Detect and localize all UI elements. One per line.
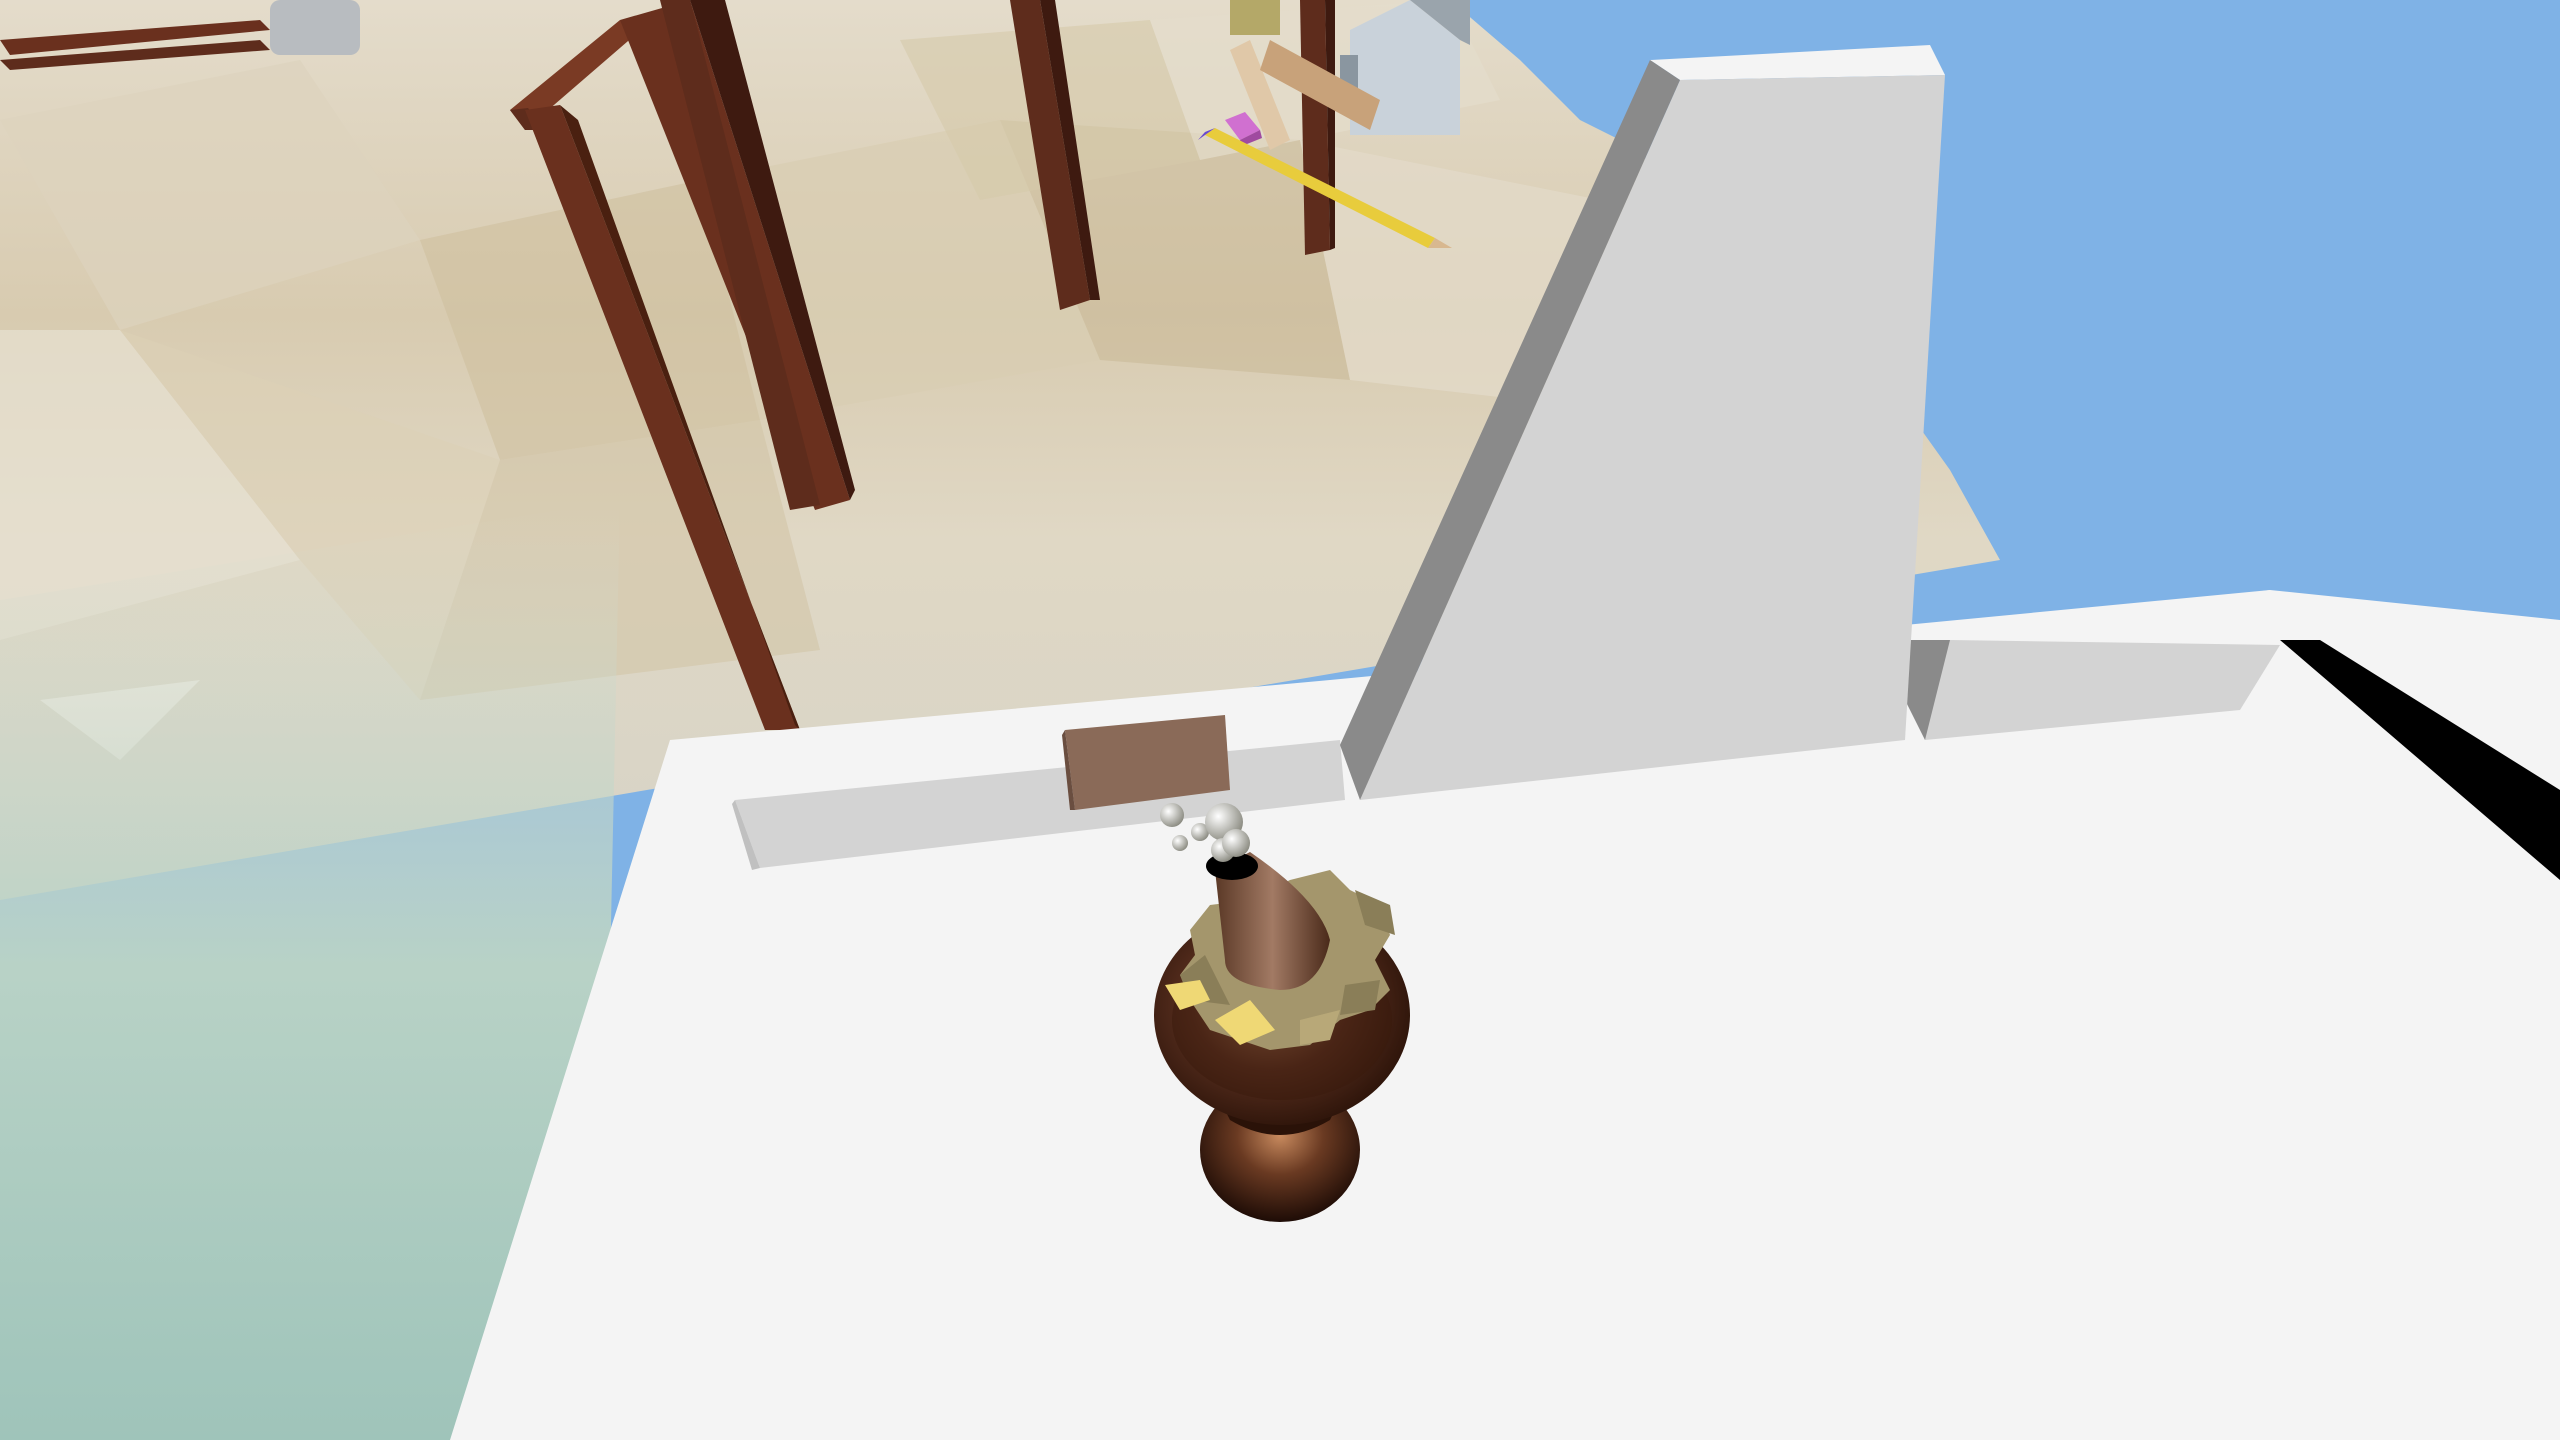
game-viewport[interactable] [0,0,2560,1440]
